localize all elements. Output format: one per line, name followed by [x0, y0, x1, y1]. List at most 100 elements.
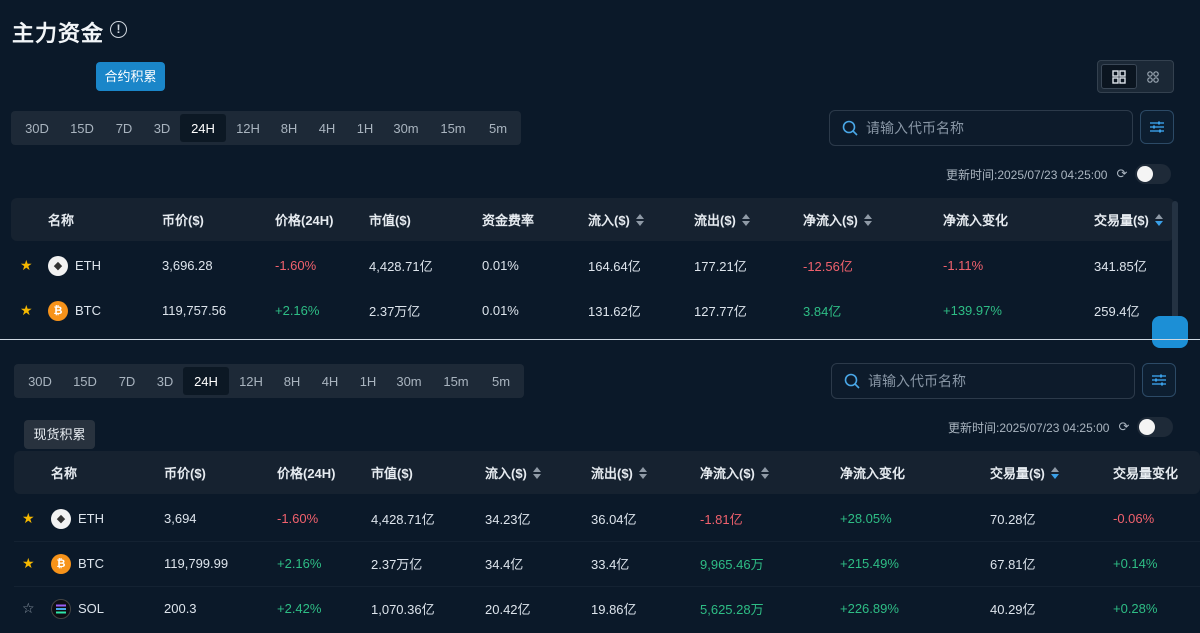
timeframe-30d[interactable]: 30D — [14, 114, 60, 142]
search-input[interactable] — [868, 373, 1108, 389]
grid-view-icon[interactable] — [1101, 64, 1137, 89]
search-box-bottom[interactable] — [831, 363, 1135, 399]
timeframe-15d[interactable]: 15D — [63, 367, 107, 395]
volume: 40.29亿 — [990, 602, 1036, 617]
filter-button[interactable] — [1140, 110, 1174, 144]
star-outline-icon[interactable]: ☆ — [22, 600, 35, 617]
timeframe-24h[interactable]: 24H — [183, 367, 229, 395]
sort-icon[interactable] — [635, 213, 644, 226]
star-icon[interactable]: ★ — [22, 555, 35, 572]
timeframe-12h[interactable]: 12H — [229, 367, 273, 395]
timeframe-4h[interactable]: 4H — [311, 367, 349, 395]
timeframe-bar-bottom: 30D 15D 7D 3D 24H 12H 8H 4H 1H 30m 15m 5… — [14, 364, 524, 398]
timeframe-30m[interactable]: 30m — [387, 367, 431, 395]
price: 3,696.28 — [162, 258, 213, 273]
netflow: 5,625.28万 — [700, 602, 764, 617]
table-row[interactable]: ★ ₿ BTC 119,757.56 +2.16% 2.37万亿 0.01% 13… — [11, 288, 1174, 333]
table-header-bottom: 名称 币价($) 价格(24H) 市值($) 流入($) 流出($) 净流入($… — [14, 451, 1200, 494]
timeframe-5m[interactable]: 5m — [478, 114, 518, 142]
col-price: 币价($) — [164, 466, 206, 481]
update-time-bottom: 更新时间:2025/07/23 04:25:00 ⟳ — [948, 417, 1174, 437]
btc-icon: ₿ — [48, 300, 68, 321]
inflow: 131.62亿 — [588, 304, 641, 319]
sort-icon[interactable] — [1050, 466, 1059, 479]
page-title: 主力资金 — [12, 21, 105, 46]
search-icon — [844, 373, 860, 389]
bubble-view-icon[interactable] — [1137, 64, 1171, 89]
timeframe-8h[interactable]: 8H — [273, 367, 311, 395]
auto-refresh-toggle[interactable] — [1135, 164, 1172, 184]
market-cap: 2.37万亿 — [369, 304, 421, 319]
table-row[interactable]: ☆ SOL 200.3 +2.42% 1,070.36亿 20.42亿 19.8… — [14, 586, 1200, 631]
timeframe-7d[interactable]: 7D — [104, 114, 144, 142]
info-icon[interactable]: ! — [110, 21, 127, 38]
col-volume[interactable]: 交易量($) — [1094, 198, 1163, 241]
search-input[interactable] — [866, 120, 1106, 136]
col-outflow[interactable]: 流出($) — [694, 198, 750, 241]
timeframe-24h[interactable]: 24H — [180, 114, 226, 142]
spot-accumulation-tag[interactable]: 现货积累 — [24, 420, 95, 449]
sort-icon[interactable] — [741, 213, 750, 226]
coin-cell: ₿ BTC — [51, 541, 104, 586]
col-name: 名称 — [48, 213, 75, 228]
search-box-top[interactable] — [829, 110, 1133, 146]
timeframe-3d[interactable]: 3D — [147, 367, 183, 395]
timeframe-3d[interactable]: 3D — [144, 114, 180, 142]
update-time-top: 更新时间:2025/07/23 04:25:00 ⟳ — [946, 164, 1172, 184]
funding-rate: 0.01% — [482, 303, 519, 318]
coin-cell: SOL — [51, 586, 104, 631]
coin-cell: ₿ BTC — [48, 288, 101, 333]
star-icon[interactable]: ★ — [20, 257, 33, 274]
table-row[interactable]: ★ ◆ ETH 3,694 -1.60% 4,428.71亿 34.23亿 36.… — [14, 496, 1200, 541]
auto-refresh-toggle[interactable] — [1137, 417, 1174, 437]
filter-button[interactable] — [1142, 363, 1176, 397]
section-divider — [0, 339, 1200, 340]
sort-icon[interactable] — [863, 213, 872, 226]
col-net-change: 净流入变化 — [840, 466, 906, 481]
star-icon[interactable]: ★ — [20, 302, 33, 319]
sort-icon[interactable] — [532, 466, 541, 479]
netflow: -12.56亿 — [803, 259, 853, 274]
eth-icon: ◆ — [48, 255, 68, 276]
sol-icon — [51, 598, 71, 619]
col-inflow[interactable]: 流入($) — [588, 198, 644, 241]
change-24h: +2.42% — [277, 601, 322, 616]
col-volume-change: 交易量变化 — [1113, 466, 1179, 481]
view-toggle[interactable] — [1097, 60, 1174, 93]
sort-icon[interactable] — [1154, 213, 1163, 226]
timeframe-15d[interactable]: 15D — [60, 114, 104, 142]
funding-rate: 0.01% — [482, 258, 519, 273]
refresh-icon[interactable]: ⟳ — [1118, 419, 1129, 435]
col-outflow[interactable]: 流出($) — [591, 451, 647, 494]
update-time-label: 更新时间:2025/07/23 04:25:00 — [948, 420, 1110, 435]
table-row[interactable]: ★ ◆ ETH 3,696.28 -1.60% 4,428.71亿 0.01% 1… — [11, 243, 1174, 288]
col-netflow[interactable]: 净流入($) — [700, 451, 769, 494]
volume-change: +0.28% — [1113, 601, 1158, 616]
timeframe-8h[interactable]: 8H — [270, 114, 308, 142]
netflow: 9,965.46万 — [700, 557, 764, 572]
timeframe-5m[interactable]: 5m — [481, 367, 521, 395]
sort-icon[interactable] — [638, 466, 647, 479]
timeframe-7d[interactable]: 7D — [107, 367, 147, 395]
float-action-button[interactable] — [1152, 316, 1188, 348]
table-row[interactable]: ★ ₿ BTC 119,799.99 +2.16% 2.37万亿 34.4亿 33… — [14, 541, 1200, 586]
sort-icon[interactable] — [760, 466, 769, 479]
timeframe-1h[interactable]: 1H — [349, 367, 387, 395]
volume: 259.4亿 — [1094, 304, 1140, 319]
col-inflow[interactable]: 流入($) — [485, 451, 541, 494]
timeframe-30d[interactable]: 30D — [17, 367, 63, 395]
timeframe-1h[interactable]: 1H — [346, 114, 384, 142]
col-change-24h: 价格(24H) — [275, 213, 334, 228]
price: 3,694 — [164, 511, 197, 526]
contract-accumulation-tag[interactable]: 合约积累 — [96, 62, 165, 91]
timeframe-4h[interactable]: 4H — [308, 114, 346, 142]
col-volume[interactable]: 交易量($) — [990, 451, 1059, 494]
timeframe-15m[interactable]: 15m — [428, 114, 478, 142]
timeframe-12h[interactable]: 12H — [226, 114, 270, 142]
net-change: -1.11% — [943, 258, 984, 273]
timeframe-15m[interactable]: 15m — [431, 367, 481, 395]
refresh-icon[interactable]: ⟳ — [1116, 166, 1127, 182]
col-netflow[interactable]: 净流入($) — [803, 198, 872, 241]
star-icon[interactable]: ★ — [22, 510, 35, 527]
timeframe-30m[interactable]: 30m — [384, 114, 428, 142]
